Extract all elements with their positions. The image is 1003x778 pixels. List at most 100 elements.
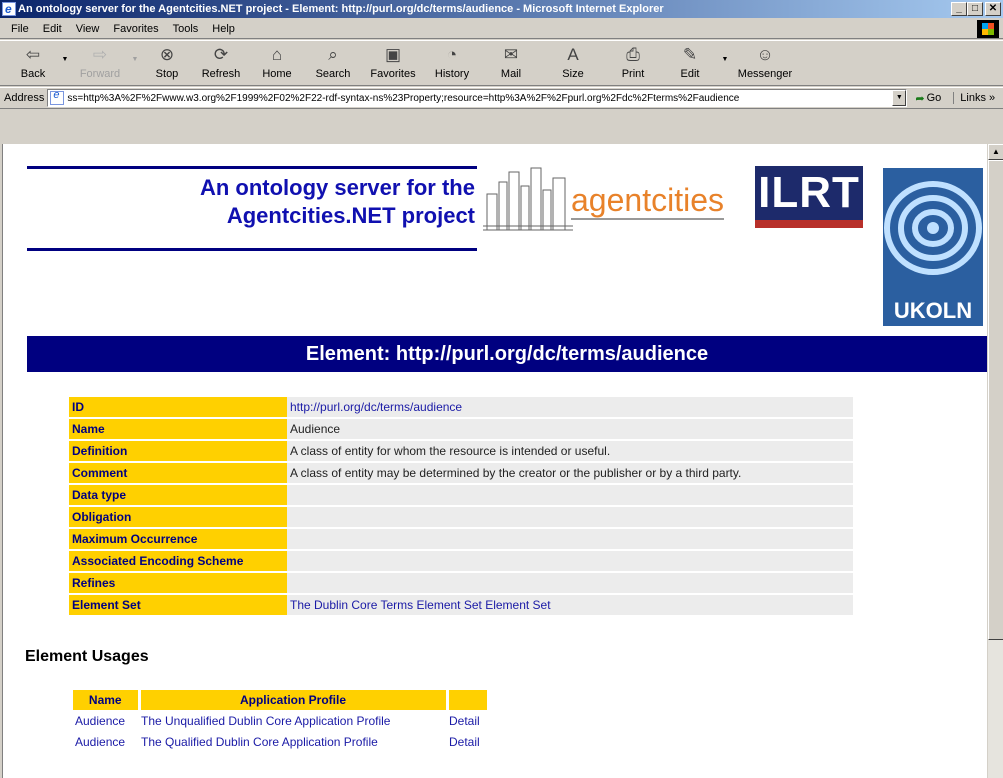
menu-favorites[interactable]: Favorites [106,23,165,35]
usage-detail-link[interactable]: Detail [449,735,480,749]
back-arrow-icon: ⇦ [25,45,41,64]
property-key: Definition [69,441,287,461]
usage-cell-profile: The Unqualified Dublin Core Application … [139,710,447,731]
window-title: An ontology server for the Agentcities.N… [18,3,664,15]
usage-name-link[interactable]: Audience [75,714,125,728]
messenger-button[interactable]: ☺ Messenger [732,41,798,85]
menu-view[interactable]: View [69,23,107,35]
site-title: An ontology server for the Agentcities.N… [199,175,475,228]
property-value: The Dublin Core Terms Element Set Elemen… [287,595,853,615]
property-key: ID [69,397,287,417]
property-row: Data type [69,485,853,505]
property-row: Name Audience [69,419,853,439]
mail-icon: ✉ [503,45,519,64]
usage-detail-link[interactable]: Detail [449,714,480,728]
messenger-person-icon: ☺ [756,45,774,64]
property-row: Definition A class of entity for whom the… [69,441,853,461]
window-title-bar[interactable]: An ontology server for the Agentcities.N… [0,0,1003,18]
refresh-icon: ⟳ [213,45,229,64]
usage-profile-link[interactable]: The Qualified Dublin Core Application Pr… [141,735,378,749]
property-key: Associated Encoding Scheme [69,551,287,571]
size-button[interactable]: A Size [542,41,604,85]
favorites-button[interactable]: ▣ Favorites [362,41,424,85]
menu-bar: File Edit View Favorites Tools Help [0,19,1003,39]
go-button[interactable]: ➦ Go [915,92,941,105]
property-row: Comment A class of entity may be determin… [69,463,853,483]
windows-logo-icon [977,20,999,38]
usage-cell-detail: Detail [447,731,487,752]
standard-toolbar: ⇦ Back ▼ ⇨ Forward ▼ ⊗ Stop ⟳ Refresh ⌂ … [0,40,1003,86]
element-usages-heading: Element Usages [25,648,149,665]
usage-cell-detail: Detail [447,710,487,731]
mail-button[interactable]: ✉ Mail [480,41,542,85]
menu-edit[interactable]: Edit [36,23,69,35]
property-row: Maximum Occurrence [69,529,853,549]
usage-profile-link[interactable]: The Unqualified Dublin Core Application … [141,714,390,728]
header-rule-top [27,166,477,169]
forward-dropdown[interactable]: ▼ [128,41,142,85]
forward-button[interactable]: ⇨ Forward [72,41,128,85]
property-row: Element Set The Dublin Core Terms Element… [69,595,853,615]
minimize-button[interactable]: _ [951,2,967,16]
print-button[interactable]: ⎙ Print [604,41,662,85]
history-button[interactable]: ◔ History [424,41,480,85]
property-value: http://purl.org/dc/terms/audience [287,397,853,417]
stop-icon: ⊗ [159,45,175,64]
usage-header-name: Name [73,690,141,710]
property-row: ID http://purl.org/dc/terms/audience [69,397,853,417]
address-input[interactable]: ss=http%3A%2F%2Fwww.w3.org%2F1999%2F02%2… [47,89,908,107]
header-rule-bottom [27,248,477,251]
favorites-folder-icon: ▣ [384,45,402,64]
property-value [287,573,853,593]
scroll-thumb[interactable] [988,160,1003,640]
back-button[interactable]: ⇦ Back [8,41,58,85]
ilrt-logo: ILRT [755,166,863,228]
property-key: Element Set [69,595,287,615]
address-bar: Address ss=http%3A%2F%2Fwww.w3.org%2F199… [0,87,1003,109]
links-button[interactable]: Links » [953,92,995,104]
edit-dropdown[interactable]: ▼ [718,41,732,85]
scroll-up-button[interactable]: ▲ [988,144,1003,160]
property-row: Obligation [69,507,853,527]
usage-cell-profile: The Qualified Dublin Core Application Pr… [139,731,447,752]
property-value: A class of entity may be determined by t… [287,463,853,483]
menu-help[interactable]: Help [205,23,242,35]
go-arrow-icon: ➦ [915,92,925,105]
page-viewport: An ontology server for the Agentcities.N… [2,144,987,778]
stop-button[interactable]: ⊗ Stop [142,41,192,85]
home-icon: ⌂ [271,45,283,64]
property-key: Name [69,419,287,439]
property-key: Obligation [69,507,287,527]
address-label: Address [4,92,45,104]
search-button[interactable]: ⌕ Search [304,41,362,85]
refresh-button[interactable]: ⟳ Refresh [192,41,250,85]
menu-tools[interactable]: Tools [166,23,206,35]
element-banner: Element: http://purl.org/dc/terms/audien… [27,336,987,372]
address-dropdown-button[interactable]: ▼ [892,90,907,106]
usage-row: Audience The Unqualified Dublin Core Appl… [73,710,487,731]
element-properties-table: ID http://purl.org/dc/terms/audience Name A… [69,395,853,617]
menu-file[interactable]: File [4,23,36,35]
ukoln-eye-icon [884,181,982,275]
back-dropdown[interactable]: ▼ [58,41,72,85]
property-row: Associated Encoding Scheme [69,551,853,571]
city-skyline-icon [483,167,573,231]
property-link[interactable]: The Dublin Core Terms Element Set Elemen… [290,598,551,612]
property-key: Comment [69,463,287,483]
usage-cell-name: Audience [73,710,139,731]
close-button[interactable]: ✕ [985,2,1001,16]
printer-icon: ⎙ [626,45,640,64]
property-key: Data type [69,485,287,505]
property-link[interactable]: http://purl.org/dc/terms/audience [290,400,462,414]
maximize-button[interactable]: □ [967,2,983,16]
element-usages-table: Name Application Profile Audience The Unq… [73,690,487,752]
edit-button[interactable]: ✎ Edit [662,41,718,85]
property-value [287,529,853,549]
usage-header-row: Name Application Profile [73,690,487,710]
usage-header-profile: Application Profile [139,690,449,710]
usage-name-link[interactable]: Audience [75,735,125,749]
search-icon: ⌕ [328,45,338,64]
property-value [287,551,853,571]
home-button[interactable]: ⌂ Home [250,41,304,85]
vertical-scrollbar[interactable]: ▲ [987,144,1003,778]
